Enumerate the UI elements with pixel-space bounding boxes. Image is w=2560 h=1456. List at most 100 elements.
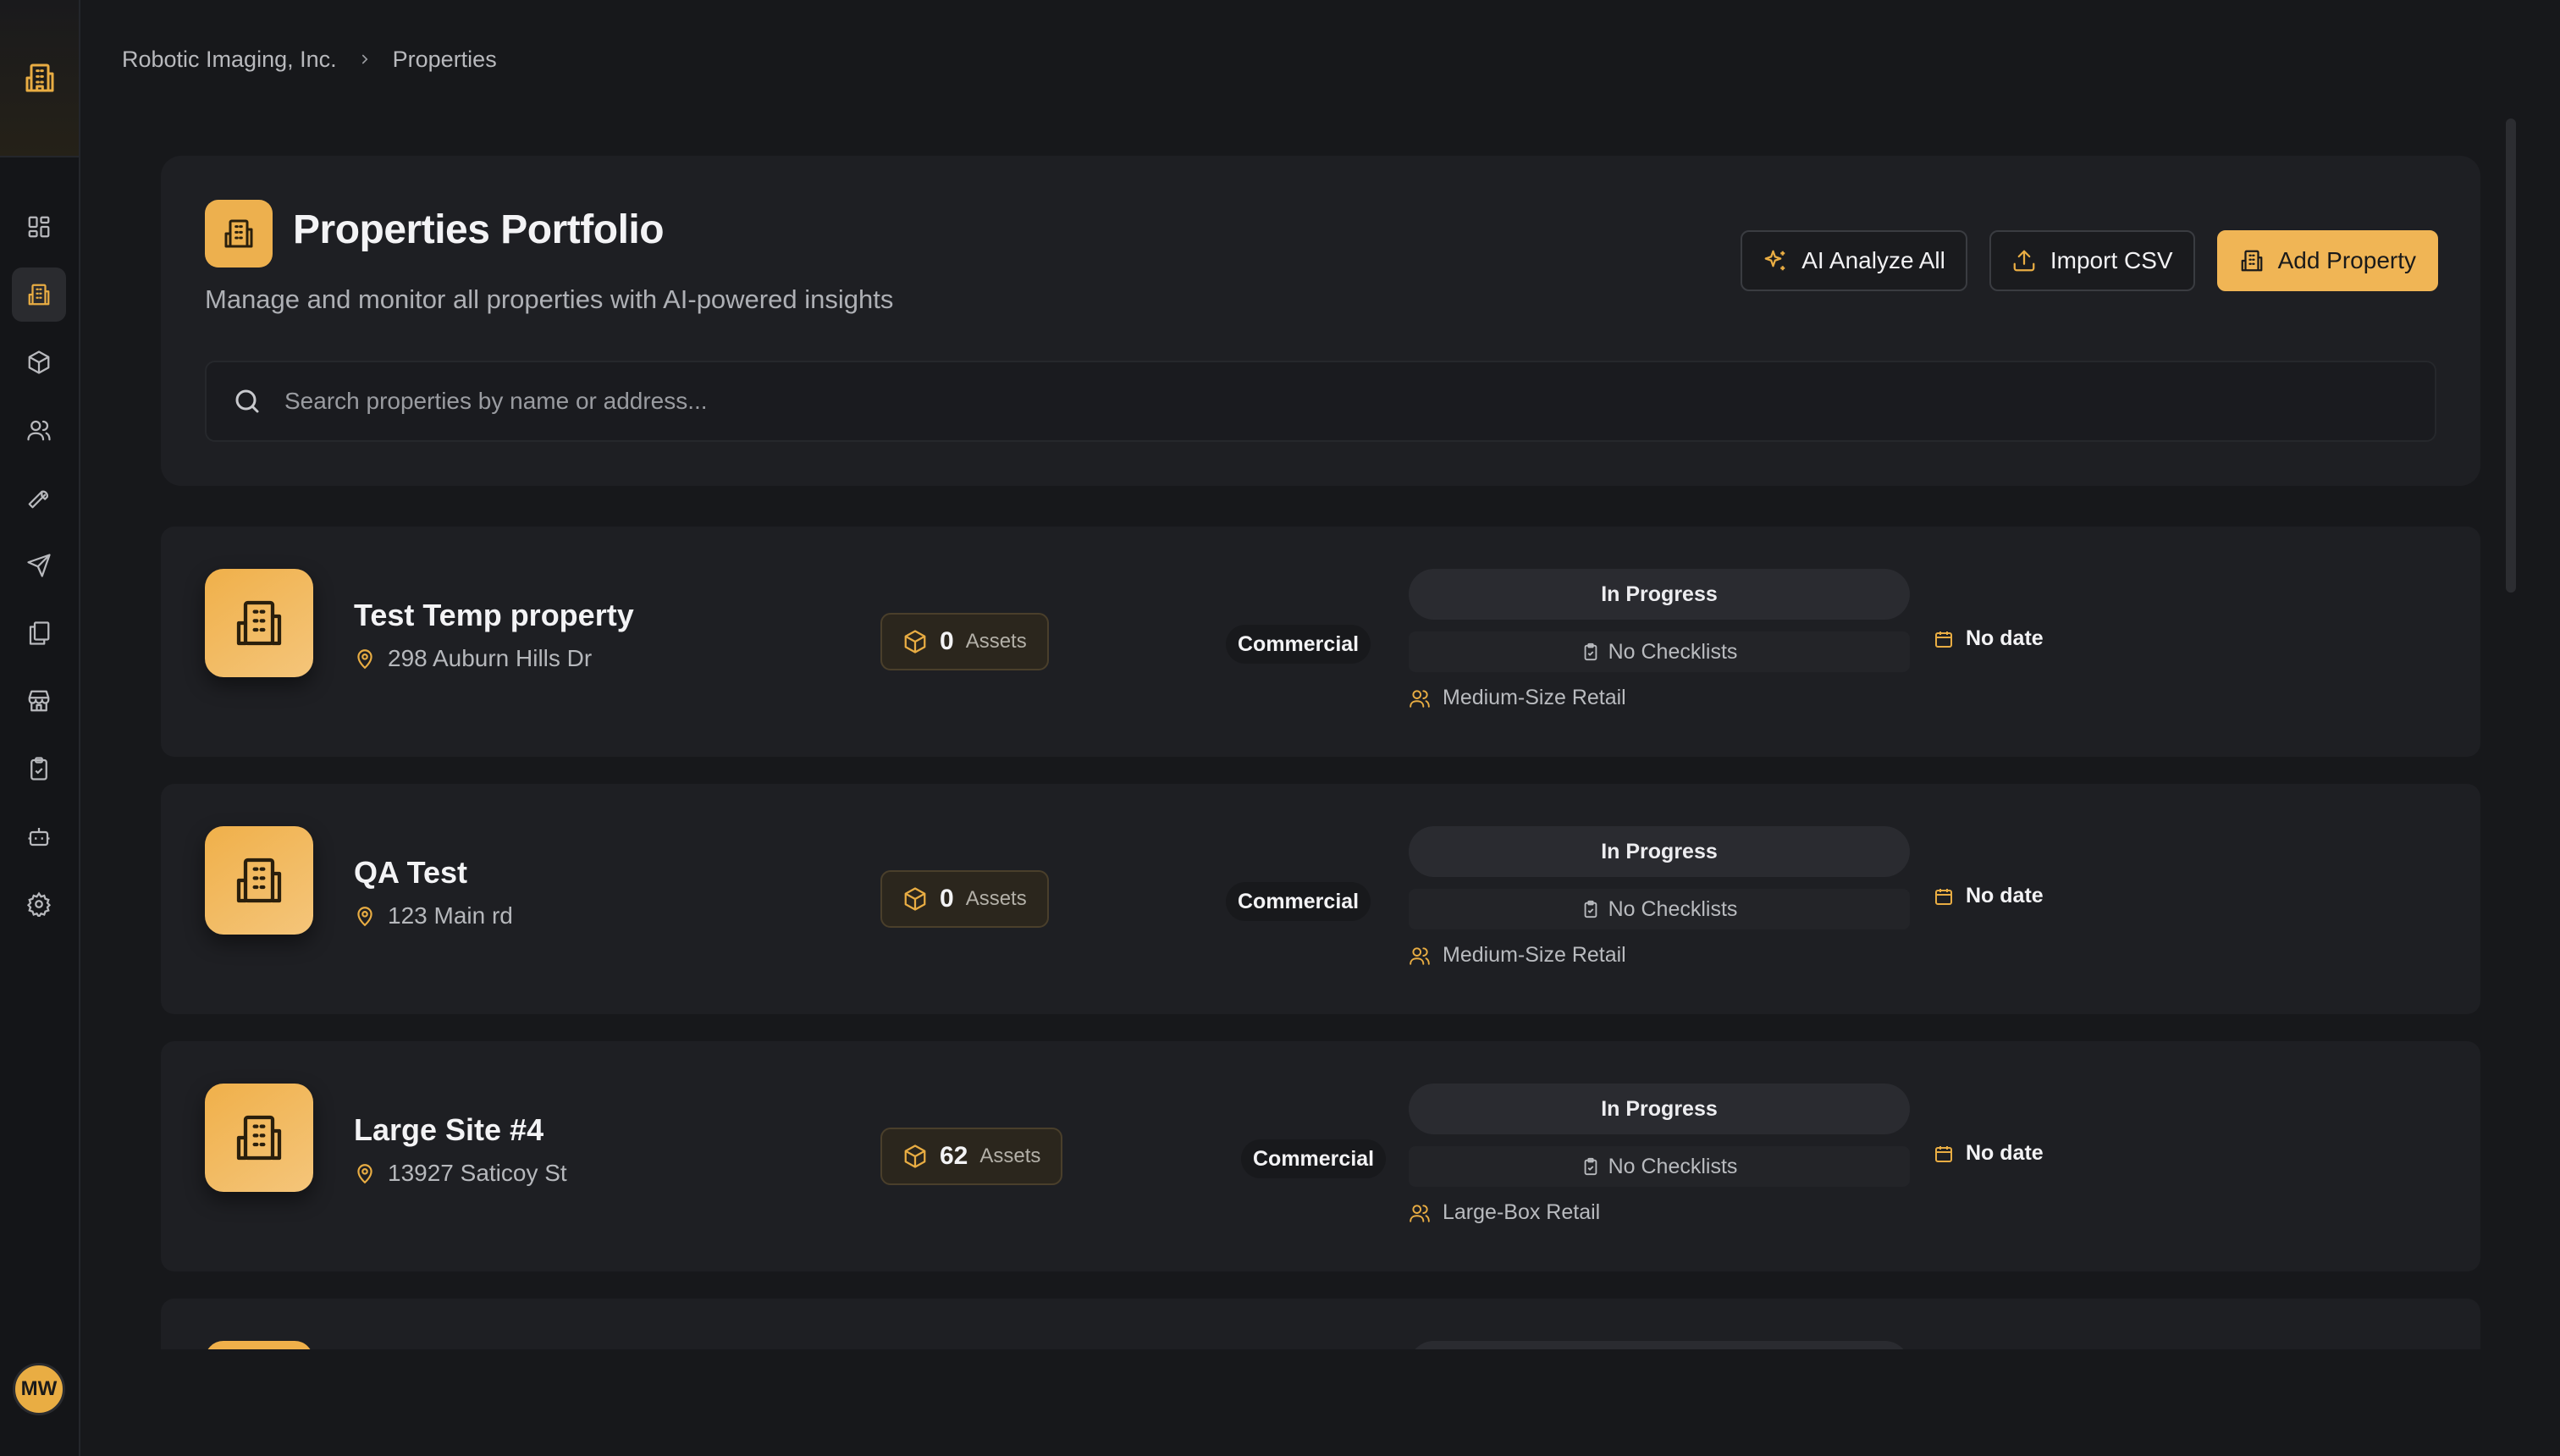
ai-analyze-all-button[interactable]: AI Analyze All (1741, 230, 1967, 291)
sidebar-item-tools[interactable] (12, 471, 66, 525)
checklists-label: No Checklists (1608, 639, 1738, 664)
import-csv-label: Import CSV (2050, 247, 2173, 273)
property-address-text: 123 Main rd (388, 902, 513, 929)
property-category: Large-Box Retail (1409, 1200, 1600, 1225)
category-label: Medium-Size Retail (1443, 943, 1626, 967)
clipboard-icon (1581, 643, 1600, 661)
gear-icon (26, 891, 52, 917)
property-card[interactable]: QA Test 123 Main rd 0 Assets Commercial … (161, 784, 2480, 1014)
user-avatar[interactable]: MW (13, 1363, 65, 1415)
property-address: 298 Auburn Hills Dr (354, 645, 592, 672)
building-icon (205, 569, 313, 677)
portfolio-header: Properties Portfolio Manage and monitor … (161, 156, 2480, 486)
page-subtitle: Manage and monitor all properties with A… (205, 284, 894, 314)
building-icon (205, 826, 313, 935)
sidebar-item-users[interactable] (12, 403, 66, 457)
property-name[interactable]: Large Site #4 (354, 1112, 543, 1148)
property-card[interactable]: Test Temp property 298 Auburn Hills Dr 0… (161, 527, 2480, 757)
status-badge (1409, 1341, 1910, 1349)
bot-icon (26, 824, 52, 849)
building-logo-icon (23, 61, 57, 95)
scroll-area-bottom (82, 1354, 2560, 1456)
property-category: Medium-Size Retail (1409, 686, 1626, 710)
checklists-status[interactable]: No Checklists (1409, 1146, 1910, 1187)
upload-icon (2011, 248, 2037, 273)
date-label: No date (1966, 626, 2044, 650)
sidebar-item-properties[interactable] (12, 267, 66, 322)
property-address: 123 Main rd (354, 902, 513, 929)
checklists-label: No Checklists (1608, 896, 1738, 921)
map-pin-icon (354, 1162, 376, 1184)
property-date: No date (1934, 1141, 2044, 1166)
scrollbar[interactable] (2506, 119, 2516, 593)
sparkles-icon (1763, 248, 1788, 273)
assets-label: Assets (965, 887, 1027, 910)
assets-label: Assets (965, 630, 1027, 653)
sidebar-item-assets[interactable] (12, 335, 66, 389)
date-label: No date (1966, 884, 2044, 907)
property-card[interactable]: Large Site #4 13927 Saticoy St 62 Assets… (161, 1041, 2480, 1271)
box-icon (902, 1144, 928, 1169)
assets-badge[interactable]: 0 Assets (880, 870, 1049, 928)
checklists-status[interactable]: No Checklists (1409, 889, 1910, 929)
clipboard-icon (1581, 1157, 1600, 1176)
property-type-badge: Commercial (1226, 882, 1371, 921)
assets-count: 0 (940, 885, 954, 913)
assets-label: Assets (979, 1144, 1041, 1167)
sidebar-item-ai[interactable] (12, 809, 66, 863)
property-type-badge: Commercial (1241, 1139, 1387, 1178)
property-name[interactable]: QA Test (354, 855, 467, 891)
building-icon (205, 1084, 313, 1192)
property-type-badge: Commercial (1226, 625, 1371, 664)
assets-badge[interactable]: 62 Assets (880, 1128, 1063, 1185)
building-icon (205, 200, 273, 267)
calendar-icon (1934, 886, 1954, 907)
status-badge: In Progress (1409, 569, 1910, 620)
box-icon (902, 886, 928, 912)
breadcrumb-org[interactable]: Robotic Imaging, Inc. (122, 47, 337, 73)
search-icon (232, 386, 262, 416)
users-icon (1409, 687, 1431, 709)
header-actions: AI Analyze All Import CSV Add Property (1741, 230, 2438, 291)
sidebar-item-checklists[interactable] (12, 742, 66, 796)
status-badge: In Progress (1409, 1084, 1910, 1134)
clipboard-icon (26, 756, 52, 781)
search-input[interactable] (284, 388, 2316, 415)
users-icon (1409, 945, 1431, 967)
send-icon (26, 553, 52, 578)
search-bar (205, 361, 2436, 442)
assets-count: 0 (940, 627, 954, 655)
users-icon (1409, 1202, 1431, 1224)
property-category: Medium-Size Retail (1409, 943, 1626, 968)
ai-analyze-all-label: AI Analyze All (1801, 247, 1945, 273)
sidebar-item-documents[interactable] (12, 606, 66, 660)
sidebar-item-dashboard[interactable] (12, 200, 66, 254)
page-title: Properties Portfolio (293, 207, 665, 252)
property-date: No date (1934, 884, 2044, 908)
box-icon (902, 629, 928, 654)
property-name[interactable]: Test Temp property (354, 598, 634, 633)
import-csv-button[interactable]: Import CSV (1989, 230, 2195, 291)
building-icon (205, 1341, 313, 1349)
sidebar-item-stores[interactable] (12, 674, 66, 728)
property-address-text: 13927 Saticoy St (388, 1160, 567, 1186)
add-property-button[interactable]: Add Property (2216, 230, 2438, 291)
map-pin-icon (354, 648, 376, 670)
box-icon (26, 350, 52, 375)
breadcrumb-current: Properties (392, 46, 497, 72)
property-date: No date (1934, 626, 2044, 651)
date-label: No date (1966, 1141, 2044, 1165)
checklists-status[interactable]: No Checklists (1409, 631, 1910, 672)
property-address-text: 298 Auburn Hills Dr (388, 645, 593, 671)
assets-badge[interactable]: 0 Assets (880, 613, 1049, 670)
property-card-partial[interactable] (161, 1299, 2480, 1349)
checklists-label: No Checklists (1608, 1154, 1738, 1178)
map-pin-icon (354, 905, 376, 927)
sidebar-item-settings[interactable] (12, 877, 66, 931)
property-address: 13927 Saticoy St (354, 1160, 567, 1187)
building-icon (26, 282, 52, 307)
store-icon (26, 688, 52, 714)
app-logo[interactable] (0, 0, 79, 157)
dashboard-icon (26, 214, 52, 240)
sidebar-item-send[interactable] (12, 538, 66, 593)
